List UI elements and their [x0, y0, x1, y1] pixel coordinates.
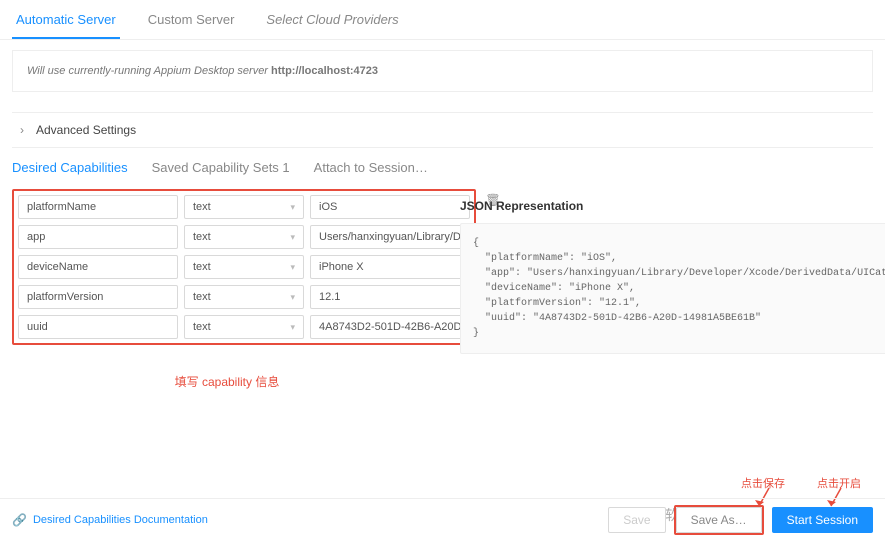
capability-row: text▾ [18, 285, 470, 309]
capability-value-input[interactable] [310, 195, 470, 219]
json-representation-title: JSON Representation [460, 199, 885, 213]
advanced-settings-toggle[interactable]: › Advanced Settings [12, 112, 873, 148]
capability-value-input[interactable] [310, 255, 470, 279]
tab-automatic-server[interactable]: Automatic Server [12, 6, 120, 39]
capability-type-select[interactable]: text▾ [184, 315, 304, 339]
tab-attach-session[interactable]: Attach to Session… [314, 160, 428, 181]
capability-row: text▾ [18, 315, 470, 339]
tab-select-cloud[interactable]: Select Cloud Providers [262, 6, 402, 39]
advanced-settings-label: Advanced Settings [36, 123, 136, 137]
chevron-down-icon: ▾ [290, 292, 295, 303]
capability-value-input[interactable] [310, 225, 470, 249]
save-button[interactable]: Save [608, 507, 665, 533]
server-url: http://localhost:4723 [271, 65, 378, 77]
capability-name-input[interactable] [18, 285, 178, 309]
json-representation-view: { "platformName": "iOS", "app": "Users/h… [460, 223, 885, 354]
server-info-banner: Will use currently-running Appium Deskto… [12, 50, 873, 92]
chevron-down-icon: ▾ [290, 262, 295, 273]
capability-name-input[interactable] [18, 255, 178, 279]
tab-custom-server[interactable]: Custom Server [144, 6, 239, 39]
capability-type-select[interactable]: text▾ [184, 255, 304, 279]
capability-value-input[interactable] [310, 285, 470, 309]
capabilities-editor: text▾ text▾ text▾ text▾ [12, 189, 476, 345]
capability-row: text▾ [18, 225, 470, 249]
docs-link-label: Desired Capabilities Documentation [33, 514, 208, 526]
server-info-prefix: Will use currently-running Appium Deskto… [27, 65, 271, 77]
capability-name-input[interactable] [18, 195, 178, 219]
link-icon: 🔗 [12, 513, 27, 527]
capability-type-select[interactable]: text▾ [184, 195, 304, 219]
start-session-button[interactable]: Start Session [772, 507, 873, 533]
chevron-down-icon: ▾ [290, 232, 295, 243]
capability-row: text▾ [18, 255, 470, 279]
footer-bar: 🔗 Desired Capabilities Documentation Sav… [0, 498, 885, 541]
capability-type-select[interactable]: text▾ [184, 225, 304, 249]
docs-link[interactable]: 🔗 Desired Capabilities Documentation [12, 513, 208, 527]
tab-desired-capabilities[interactable]: Desired Capabilities [12, 160, 128, 181]
annotation-fill-capability: 填写 capability 信息 [12, 373, 442, 390]
capability-tabs: Desired Capabilities Saved Capability Se… [0, 160, 885, 189]
chevron-down-icon: ▾ [290, 322, 295, 333]
capability-type-select[interactable]: text▾ [184, 285, 304, 309]
tab-saved-sets[interactable]: Saved Capability Sets 1 [152, 160, 290, 181]
capability-name-input[interactable] [18, 315, 178, 339]
capability-row: text▾ [18, 195, 470, 219]
capability-name-input[interactable] [18, 225, 178, 249]
server-tabs: Automatic Server Custom Server Select Cl… [0, 0, 885, 40]
chevron-down-icon: ▾ [290, 202, 295, 213]
capability-value-input[interactable] [310, 315, 470, 339]
chevron-right-icon: › [20, 123, 36, 137]
save-as-button[interactable]: Save As… [676, 507, 762, 533]
